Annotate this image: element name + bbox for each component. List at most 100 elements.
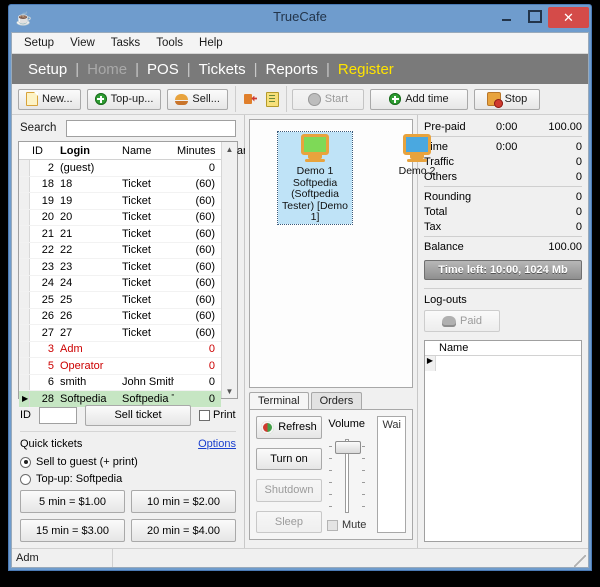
nav-item-home[interactable]: Home [85, 61, 129, 78]
slider-thumb[interactable] [334, 441, 361, 454]
menu-item-tools[interactable]: Tools [148, 35, 191, 51]
quick-ticket-button-20min[interactable]: 20 min = $4.00 [131, 519, 236, 542]
column-header-name[interactable]: Name [119, 142, 174, 160]
mute-checkbox[interactable] [326, 519, 338, 531]
close-button[interactable]: ✕ [548, 7, 589, 28]
options-link[interactable]: Options [198, 438, 236, 450]
refresh-button-label: Refresh [278, 421, 317, 434]
nav-item-setup[interactable]: Setup [26, 61, 69, 78]
account-row-amount: 100.00 [548, 240, 582, 253]
table-row[interactable]: 3Adm00 [19, 341, 221, 358]
cell-id: 5 [29, 357, 57, 375]
quick-ticket-button-5min[interactable]: 5 min = $1.00 [20, 490, 125, 513]
status-message [112, 549, 574, 567]
sleep-button[interactable]: Sleep [256, 510, 322, 533]
cell-id: 21 [29, 225, 57, 243]
cell-name: Ticket [119, 324, 174, 342]
sell-button[interactable]: Sell... [167, 88, 228, 110]
row-marker [19, 341, 30, 358]
menu-item-view[interactable]: View [62, 35, 103, 51]
table-row[interactable]: 2525Ticket(60)(10.00) [19, 291, 221, 309]
nav-item-pos[interactable]: POS [145, 61, 181, 78]
stop-button[interactable]: Stop [473, 88, 540, 110]
stop-icon [486, 92, 503, 108]
print-label: Print [213, 409, 236, 421]
table-row[interactable]: 6smithJohn Smith00 [19, 374, 221, 391]
table-row[interactable]: 5Operator00 [19, 357, 221, 375]
cell-name: Ticket [119, 225, 174, 243]
nav-item-register[interactable]: Register [336, 61, 396, 78]
turn-on-button[interactable]: Turn on [256, 447, 322, 470]
row-marker [19, 225, 30, 243]
quick-ticket-button-10min[interactable]: 10 min = $2.00 [131, 490, 236, 513]
users-table-scrollbar[interactable]: ▲ ▼ [221, 142, 237, 398]
tab-orders[interactable]: Orders [310, 392, 363, 409]
nav-item-tickets[interactable]: Tickets [197, 61, 248, 78]
terminals-workspace[interactable]: Demo 1 Softpedia (Softpedia Tester) [Dem… [249, 119, 435, 388]
cell-id: 25 [29, 291, 57, 309]
scroll-up-icon[interactable]: ▲ [222, 142, 237, 156]
start-button[interactable]: Start [291, 88, 364, 110]
radio-sell-to-guest[interactable]: Sell to guest (+ print) [20, 456, 236, 468]
row-marker [19, 209, 30, 226]
shutdown-button[interactable]: Shutdown [256, 479, 322, 502]
radio-topup[interactable]: Top-up: Softpedia [20, 473, 236, 485]
terminal-demo-1[interactable]: Demo 1 Softpedia (Softpedia Tester) [Dem… [277, 131, 353, 225]
minimize-button[interactable] [493, 7, 520, 26]
column-header-id[interactable]: ID [29, 142, 57, 160]
terminal-control-panel: Terminal Orders Refresh Turn on Shutdown… [249, 392, 413, 544]
table-row[interactable]: 2020Ticket(60)(10.00) [19, 209, 221, 226]
search-input[interactable] [66, 119, 236, 137]
print-checkbox[interactable] [199, 409, 210, 421]
cell-id: 19 [29, 192, 57, 210]
sell-ticket-button[interactable]: Sell ticket [85, 404, 191, 426]
terminal-caption: Demo 1 Softpedia (Softpedia Tester) [Dem… [282, 165, 348, 223]
table-row[interactable]: 2626Ticket(60)(10.00) [19, 308, 221, 325]
nav-separator: | [135, 60, 140, 78]
column-header-login[interactable]: Login [57, 142, 119, 160]
menu-item-help[interactable]: Help [191, 35, 231, 51]
row-marker [19, 159, 30, 177]
name-column-header[interactable]: Name [425, 341, 581, 356]
table-row[interactable]: 2424Ticket(60)(10.00) [19, 275, 221, 292]
clipboard-icon-button[interactable] [263, 89, 283, 109]
resize-grip[interactable] [574, 555, 586, 567]
cell-login: Adm [57, 341, 119, 358]
table-row[interactable]: 1919Ticket(60)(10.00) [19, 192, 221, 210]
table-row[interactable]: 2323Ticket(60)(10.00) [19, 258, 221, 276]
table-row[interactable]: 2(guest)00 [19, 159, 221, 177]
toolbar-divider [234, 86, 236, 112]
column-header-minutes[interactable]: Minutes [174, 142, 218, 160]
toolbar: New... Top-up... Sell... Start Add time … [12, 84, 588, 115]
quick-ticket-button-15min[interactable]: 15 min = $3.00 [20, 519, 125, 542]
waiting-list[interactable]: Wai [377, 416, 406, 533]
table-row[interactable]: 1818Ticket(60)(10.00) [19, 176, 221, 193]
topup-button[interactable]: Top-up... [86, 88, 162, 110]
red-arrows-icon-button[interactable] [241, 89, 261, 109]
monitor-base [305, 159, 325, 162]
table-row[interactable]: 2121Ticket(60)(10.00) [19, 225, 221, 243]
id-input[interactable] [39, 406, 77, 424]
tab-panel: Refresh Turn on Shutdown Sleep Volume Mu… [249, 409, 413, 540]
scroll-down-icon[interactable]: ▼ [222, 384, 237, 398]
paid-button[interactable]: Paid [424, 310, 500, 332]
refresh-button[interactable]: Refresh [256, 416, 322, 439]
add-time-button[interactable]: Add time [369, 88, 468, 110]
terminal-demo-2[interactable]: Demo 2 [380, 132, 454, 178]
menu-item-setup[interactable]: Setup [16, 35, 62, 51]
table-row[interactable]: 2222Ticket(60)(10.00) [19, 242, 221, 259]
center-panel: Demo 1 Softpedia (Softpedia Tester) [Dem… [245, 115, 435, 548]
nav-item-reports[interactable]: Reports [263, 61, 320, 78]
maximize-button[interactable] [521, 7, 548, 26]
mute-checkbox-row[interactable]: Mute [326, 519, 366, 531]
new-button[interactable]: New... [18, 88, 81, 110]
cell-login: 23 [57, 258, 119, 276]
menu-item-tasks[interactable]: Tasks [103, 35, 148, 51]
volume-slider[interactable] [324, 435, 370, 515]
logouts-name-list[interactable]: Name ▶ [424, 340, 582, 542]
cell-name: Ticket [119, 258, 174, 276]
tab-terminal[interactable]: Terminal [249, 392, 309, 409]
name-list-row[interactable]: ▶ [425, 356, 581, 371]
cell-login: 25 [57, 291, 119, 309]
table-row[interactable]: 2727Ticket(60)(10.00) [19, 324, 221, 342]
